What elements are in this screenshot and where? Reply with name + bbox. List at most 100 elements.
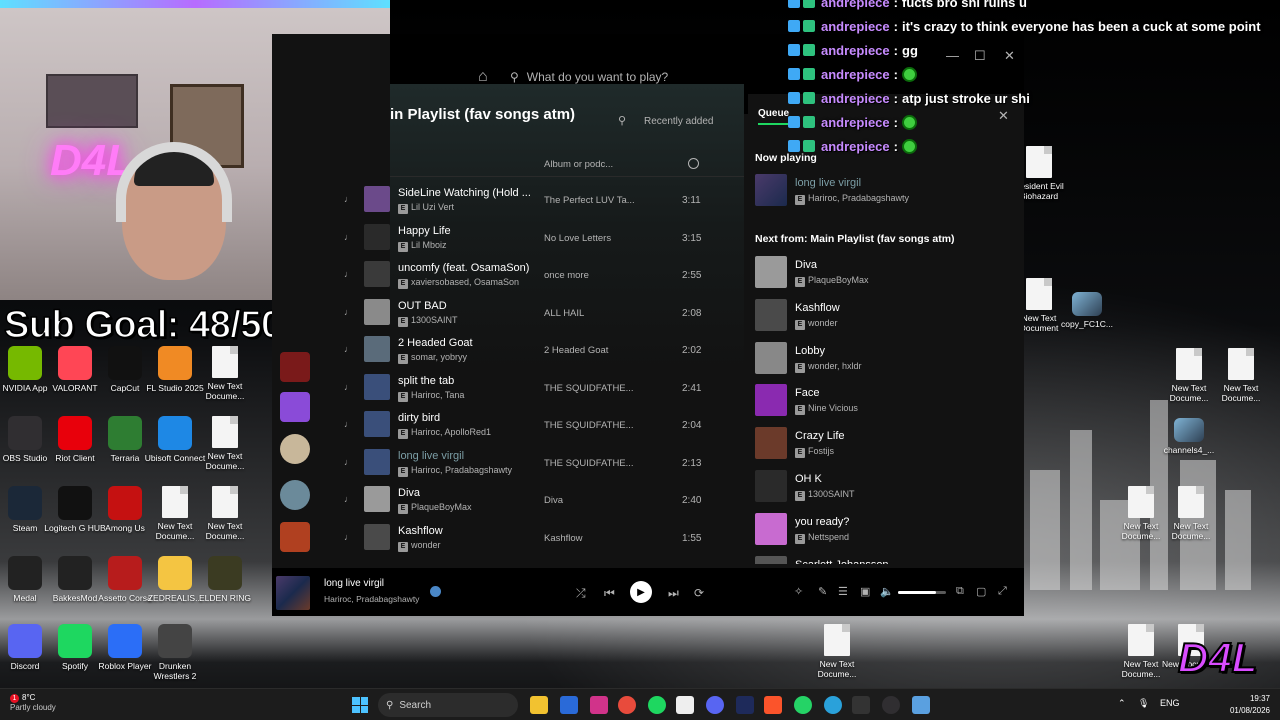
pip-icon[interactable]: ▢ — [976, 585, 986, 598]
player-album-art[interactable] — [276, 576, 310, 610]
taskbar-search[interactable]: ⚲ Search — [378, 693, 518, 717]
track-title[interactable]: 2 Headed Goat — [398, 337, 530, 349]
store-icon[interactable] — [560, 696, 578, 714]
queue-item[interactable]: Kashflow Ewonder — [755, 298, 1015, 335]
home-icon[interactable]: ⌂ — [478, 68, 494, 85]
player-track-artist[interactable]: Hariroc, Pradabagshawty — [324, 594, 419, 604]
playlist-search-icon[interactable]: ⚲ — [618, 114, 626, 127]
previous-icon[interactable]: ⏮ — [604, 586, 615, 601]
desktop-icon[interactable]: New Text Docume... — [194, 416, 256, 471]
notepad-icon[interactable] — [912, 696, 930, 714]
play-button[interactable]: ▶ — [630, 581, 652, 603]
queue-item[interactable]: you ready? E Nettspend — [755, 512, 1015, 549]
library-artist-item[interactable] — [280, 434, 310, 464]
track-artist[interactable]: E Hariroc, Tana — [398, 390, 464, 402]
track-row[interactable]: ♩ OUT BAD E 1300SAINT ALL HAIL 2:08 — [344, 295, 744, 331]
vscode-icon[interactable] — [736, 696, 754, 714]
track-album[interactable]: 2 Headed Goat — [544, 345, 636, 356]
language-indicator[interactable]: ENG — [1160, 698, 1180, 708]
liked-songs-item[interactable] — [280, 392, 310, 422]
track-artist[interactable]: Ewonder — [398, 540, 441, 552]
album-column-header[interactable]: Album or podc... — [544, 159, 613, 170]
mini-player-icon[interactable]: ⧉ — [956, 585, 964, 598]
fullscreen-icon[interactable]: ⤢ — [998, 585, 1007, 598]
spotify-taskbar-icon[interactable] — [648, 696, 666, 714]
track-row[interactable]: ♩ Happy Life E Lil Mboiz No Love Letters 3:15 — [344, 220, 744, 256]
clock[interactable]: 19:37 01/08/2026 — [1220, 693, 1270, 717]
track-album[interactable]: Kashflow — [544, 533, 636, 544]
desktop-icon[interactable]: New Text Docume... — [194, 346, 256, 401]
track-title[interactable]: dirty bird — [398, 412, 530, 424]
desktop-icon[interactable]: copy_FC1C... — [1056, 292, 1118, 329]
desktop-icon[interactable]: channels4_... — [1158, 418, 1220, 455]
track-title[interactable]: Diva — [398, 487, 530, 499]
track-album[interactable]: THE SQUIDFATHE... — [544, 458, 636, 469]
track-album[interactable]: No Love Letters — [544, 233, 636, 244]
track-album[interactable]: Diva — [544, 495, 636, 506]
queue-item[interactable]: OH K E 1300SAINT — [755, 470, 1015, 506]
obs-taskbar-icon[interactable] — [882, 696, 900, 714]
track-row[interactable]: ♩ Kashflow Ewonder Kashflow 1:55 — [344, 520, 744, 556]
track-album[interactable]: The Perfect LUV Ta... — [544, 195, 636, 206]
added-check-icon[interactable] — [430, 586, 441, 597]
desktop-icon[interactable]: Drunken Wrestlers 2 — [144, 624, 206, 681]
track-title[interactable]: Happy Life — [398, 225, 530, 237]
repeat-icon[interactable]: ⟳ — [694, 586, 704, 600]
tray-overflow-icon[interactable]: ⌃ — [1118, 698, 1126, 709]
track-album[interactable]: THE SQUIDFATHE... — [544, 383, 636, 394]
track-title[interactable]: SideLine Watching (Hold ... — [398, 187, 530, 199]
track-title[interactable]: Kashflow — [398, 525, 530, 537]
whatsapp-icon[interactable] — [794, 696, 812, 714]
shuffle-icon[interactable]: ⤮ — [576, 586, 586, 601]
track-title[interactable]: split the tab — [398, 375, 530, 387]
player-track-title[interactable]: long live virgil — [324, 578, 384, 589]
chrome-icon[interactable] — [618, 696, 636, 714]
file-explorer-icon[interactable] — [530, 696, 548, 714]
track-artist[interactable]: Esomar, yobryy — [398, 352, 467, 364]
track-row[interactable]: ♩ 2 Headed Goat Esomar, yobryy 2 Headed Goa… — [344, 332, 744, 368]
desktop-icon[interactable]: New Text Docume... — [1210, 348, 1272, 403]
track-row[interactable]: ♩ dirty bird E Hariroc, ApolloRed1 THE SQUID… — [344, 407, 744, 443]
instagram-icon[interactable] — [590, 696, 608, 714]
desktop-icon[interactable]: New Text Docume... — [1160, 486, 1222, 541]
microphone-icon[interactable]: 🎙 — [1138, 698, 1149, 709]
capcut-taskbar-icon[interactable] — [852, 696, 870, 714]
track-title[interactable]: uncomfy (feat. OsamaSon) — [398, 262, 530, 274]
library-artist-item[interactable] — [280, 480, 310, 510]
sort-dropdown[interactable]: Recently added — [644, 116, 714, 127]
track-title[interactable]: long live virgil — [398, 450, 530, 462]
desktop-icon[interactable]: New Text Docume... — [806, 624, 868, 679]
track-title[interactable]: OUT BAD — [398, 300, 530, 312]
track-artist[interactable]: E Lil Uzi Vert — [398, 202, 454, 214]
queue-item[interactable]: Face E Nine Vicious — [755, 384, 1015, 420]
library-item[interactable] — [280, 352, 310, 382]
tab-queue[interactable]: Queue — [758, 108, 790, 125]
queue-now-playing[interactable]: long live virgil E Hariroc, Pradabagshawt… — [755, 174, 1015, 210]
next-icon[interactable]: ⏭ — [668, 586, 679, 601]
desktop-icon[interactable]: New Text Docume... — [194, 486, 256, 541]
track-album[interactable]: once more — [544, 270, 636, 281]
track-artist[interactable]: E Hariroc, Pradabagshawty — [398, 465, 512, 477]
connect-device-icon[interactable]: ▣ — [860, 585, 870, 598]
weather-widget[interactable]: 1 8°C Partly cloudy — [10, 693, 56, 712]
desktop-icon[interactable]: ELDEN RING — [194, 556, 256, 603]
discord-taskbar-icon[interactable] — [706, 696, 724, 714]
start-button[interactable] — [352, 697, 368, 713]
now-playing-view-icon[interactable]: ✧ — [794, 585, 803, 598]
volume-slider[interactable] — [898, 591, 946, 594]
queue-item[interactable]: Lobby Ewonder, hxldr — [755, 341, 1015, 378]
queue-item[interactable]: Diva E PlaqueBoyMax — [755, 256, 1015, 292]
track-artist[interactable]: E PlaqueBoyMax — [398, 502, 472, 514]
library-item[interactable] — [280, 522, 310, 552]
track-artist[interactable]: Exaviersobased, OsamaSon — [398, 277, 519, 289]
brave-icon[interactable] — [764, 696, 782, 714]
track-album[interactable]: THE SQUIDFATHE... — [544, 420, 636, 431]
queue-item[interactable]: Crazy Life E Fostijs — [755, 427, 1015, 463]
track-artist[interactable]: E Hariroc, ApolloRed1 — [398, 427, 491, 439]
pc-app-icon[interactable] — [676, 696, 694, 714]
track-row[interactable]: ♩ SideLine Watching (Hold ... E Lil Uzi Ver… — [344, 182, 744, 218]
track-album[interactable]: ALL HAIL — [544, 308, 636, 319]
queue-icon[interactable]: ☰ — [838, 585, 848, 598]
telegram-icon[interactable] — [824, 696, 842, 714]
track-artist[interactable]: E Lil Mboiz — [398, 240, 447, 252]
